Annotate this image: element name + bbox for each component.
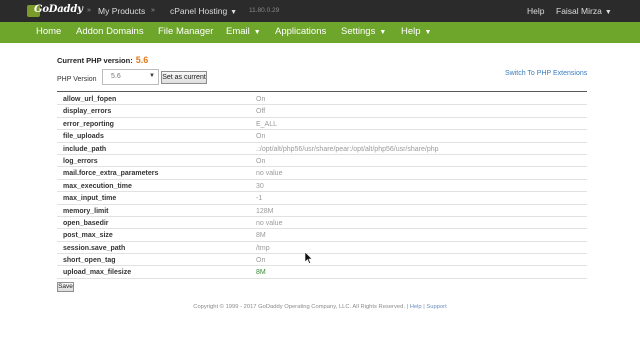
nav-email[interactable]: Email ▼ xyxy=(226,26,261,37)
save-button[interactable]: Save xyxy=(57,282,74,292)
setting-value[interactable]: E_ALL xyxy=(256,121,277,128)
setting-value[interactable]: 128M xyxy=(256,208,274,215)
help-link[interactable]: Help xyxy=(527,6,544,16)
setting-value[interactable]: /tmp xyxy=(256,245,270,252)
chevron-down-icon: ▼ xyxy=(424,29,432,36)
table-row: max_input_time -1 xyxy=(57,192,587,205)
setting-name: allow_url_fopen xyxy=(63,96,117,103)
chevron-down-icon: ▼ xyxy=(604,9,612,16)
nav-help[interactable]: Help ▼ xyxy=(401,26,431,37)
nav-file-manager[interactable]: File Manager xyxy=(158,26,213,37)
top-bar: GoDaddy » My Products » cPanel Hosting ▼ … xyxy=(0,0,640,22)
table-row: short_open_tag On xyxy=(57,254,587,267)
setting-value[interactable]: On xyxy=(256,96,265,103)
nav-addon-domains[interactable]: Addon Domains xyxy=(76,26,144,37)
php-version-label: PHP Version xyxy=(57,76,97,83)
mouse-cursor-icon xyxy=(305,252,313,264)
setting-name: post_max_size xyxy=(63,232,113,240)
nav-applications[interactable]: Applications xyxy=(275,26,326,37)
nav-settings[interactable]: Settings ▼ xyxy=(341,26,386,37)
setting-value[interactable]: .:/opt/alt/php56/usr/share/pear:/opt/alt… xyxy=(256,146,439,153)
setting-name: short_open_tag xyxy=(63,257,116,265)
setting-value[interactable]: no value xyxy=(256,170,282,177)
setting-value[interactable]: 30 xyxy=(256,183,264,190)
set-as-current-button[interactable]: Set as current xyxy=(161,71,207,84)
current-php-value: 5.6 xyxy=(135,55,149,65)
nav-help-label: Help xyxy=(401,26,421,37)
cpanel-hosting-menu[interactable]: cPanel Hosting ▼ xyxy=(170,6,237,16)
footer: Copyright © 1999 - 2017 GoDaddy Operatin… xyxy=(0,304,640,310)
setting-value[interactable]: 8M xyxy=(256,232,266,239)
chevron-down-icon: ▼ xyxy=(379,29,387,36)
footer-copyright: Copyright © 1999 - 2017 GoDaddy Operatin… xyxy=(193,304,405,310)
setting-value[interactable]: On xyxy=(256,158,265,165)
logo-text: GoDaddy xyxy=(34,4,83,15)
table-row: upload_max_filesize 8M xyxy=(57,266,587,279)
setting-name: max_execution_time xyxy=(63,182,132,190)
table-top-divider xyxy=(57,91,587,92)
setting-value[interactable]: On xyxy=(256,133,265,140)
setting-value[interactable]: -1 xyxy=(256,195,262,202)
table-row: display_errors Off xyxy=(57,105,587,118)
setting-name: upload_max_filesize xyxy=(63,269,132,277)
php-settings-table: allow_url_fopen On display_errors Off erro… xyxy=(57,93,587,279)
setting-name: session.save_path xyxy=(63,244,126,252)
setting-name: memory_limit xyxy=(63,207,109,215)
user-menu[interactable]: Faisal Mirza ▼ xyxy=(556,6,612,16)
separator-icon: » xyxy=(151,7,155,14)
table-row: max_execution_time 30 xyxy=(57,180,587,193)
user-name: Faisal Mirza xyxy=(556,6,602,16)
table-row: session.save_path/tmp xyxy=(57,242,587,255)
table-row: open_basedir no value xyxy=(57,217,587,230)
my-products-link[interactable]: My Products xyxy=(98,6,145,16)
setting-name: mail.force_extra_parameters xyxy=(63,170,159,178)
table-row: mail.force_extra_parameters no value xyxy=(57,167,587,180)
setting-name: max_input_time xyxy=(63,195,117,203)
chevron-down-icon: ▼ xyxy=(230,9,238,16)
switch-to-php-extensions-link[interactable]: Switch To PHP Extensions xyxy=(505,70,587,77)
footer-support-link[interactable]: Support xyxy=(426,304,446,310)
table-row: file_uploads On xyxy=(57,130,587,143)
table-row: error_reporting E_ALL xyxy=(57,118,587,131)
nav-settings-label: Settings xyxy=(341,26,376,37)
current-php-label: Current PHP version: xyxy=(57,56,133,65)
setting-name: include_path xyxy=(63,145,107,153)
table-row: include_path .:/opt/alt/php56/usr/share/p… xyxy=(57,143,587,155)
current-php-version: Current PHP version: 5.6 xyxy=(57,55,148,65)
setting-name: error_reporting xyxy=(63,120,114,128)
nav-home[interactable]: Home xyxy=(36,26,61,37)
setting-name: display_errors xyxy=(63,108,112,116)
setting-name: file_uploads xyxy=(63,133,104,141)
setting-value[interactable]: no value xyxy=(256,220,282,227)
cpanel-hosting-label: cPanel Hosting xyxy=(170,6,228,16)
separator-icon: » xyxy=(87,7,91,14)
setting-value[interactable]: On xyxy=(256,257,265,264)
setting-value[interactable]: 8M xyxy=(256,269,266,276)
footer-help-link[interactable]: Help xyxy=(410,304,422,310)
chevron-down-icon: ▼ xyxy=(253,29,261,36)
table-row: post_max_size 8M xyxy=(57,229,587,242)
table-row: log_errors On xyxy=(57,155,587,168)
footer-separator: | xyxy=(423,304,425,310)
php-version-select[interactable]: 5.6 ▼ xyxy=(102,69,159,85)
footer-separator: | xyxy=(406,304,409,310)
main-nav: Home Addon Domains File Manager Email ▼ A… xyxy=(0,22,640,43)
setting-value[interactable]: Off xyxy=(256,108,265,115)
setting-name: open_basedir xyxy=(63,219,109,227)
table-row: allow_url_fopen On xyxy=(57,93,587,106)
nav-email-label: Email xyxy=(226,26,250,37)
godaddy-logo[interactable]: GoDaddy xyxy=(27,4,83,18)
table-row: memory_limit 128M xyxy=(57,205,587,217)
setting-name: log_errors xyxy=(63,157,98,165)
dropdown-arrow-icon: ▼ xyxy=(149,73,155,79)
php-version-selected: 5.6 xyxy=(111,73,121,80)
version-label: 11.80.0.29 xyxy=(249,7,280,14)
